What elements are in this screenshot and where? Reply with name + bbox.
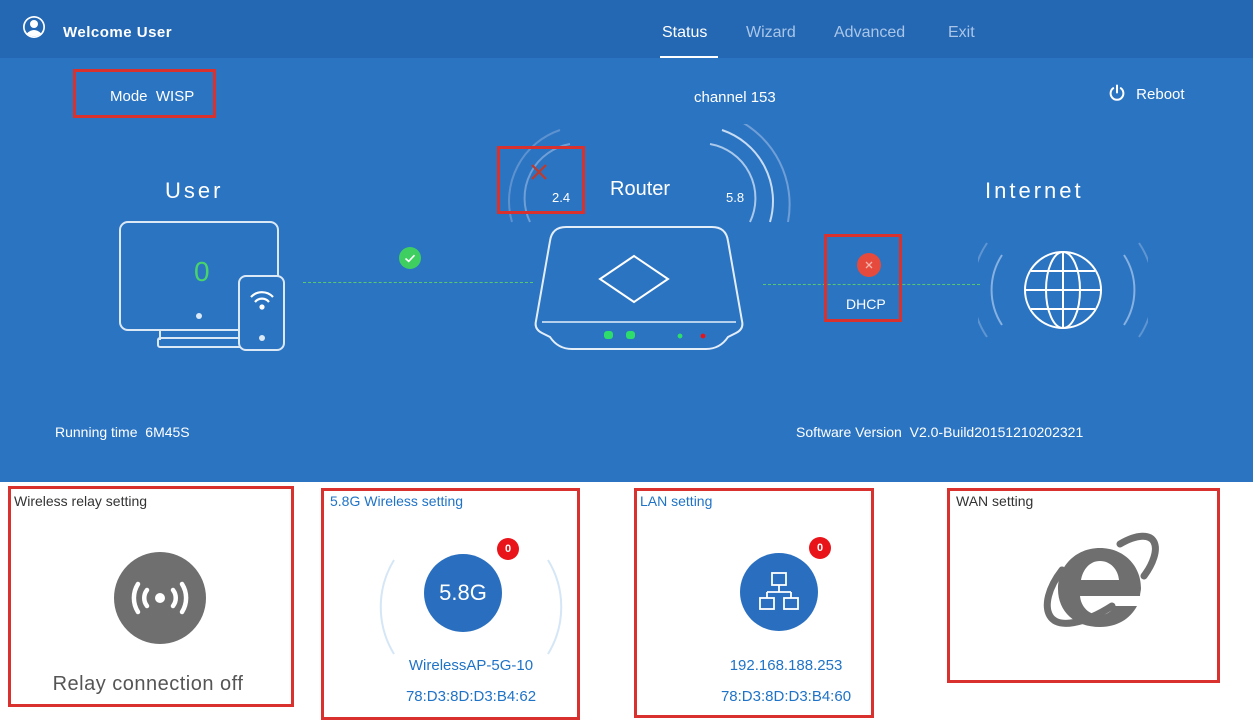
user-section-label: User xyxy=(165,178,224,203)
power-icon xyxy=(1108,84,1126,106)
top-bar: Welcome User Status Wizard Advanced Exit xyxy=(0,0,1253,58)
band-58-label: 5.8 xyxy=(726,190,745,205)
nav-status[interactable]: Status xyxy=(662,24,707,42)
running-time: Running time 6M45S xyxy=(55,424,190,440)
software-version: Software Version V2.0-Build2015121020232… xyxy=(796,424,1083,440)
monitor-phone-icon xyxy=(119,221,285,351)
welcome-text: Welcome User xyxy=(63,24,173,41)
user-link-ok-icon xyxy=(399,247,421,269)
nav-exit[interactable]: Exit xyxy=(948,24,975,42)
status-panel: Mode WISP channel 153 Reboot User Router… xyxy=(0,58,1253,482)
mode-highlight-box xyxy=(73,69,216,118)
nav-advanced[interactable]: Advanced xyxy=(834,24,905,42)
running-time-value: 6M45S xyxy=(145,424,190,440)
software-version-label: Software Version xyxy=(796,424,902,440)
reboot-button[interactable]: Reboot xyxy=(1108,84,1185,106)
user-avatar-icon xyxy=(22,15,46,39)
channel-value: 153 xyxy=(750,89,776,106)
user-count: 0 xyxy=(194,256,210,287)
wan-card-highlight-box xyxy=(947,488,1220,683)
router-device-icon[interactable] xyxy=(530,223,750,358)
reboot-label: Reboot xyxy=(1136,86,1185,103)
band-24-highlight-box xyxy=(497,146,585,214)
user-devices[interactable] xyxy=(115,218,295,358)
internet-section-label: Internet xyxy=(985,178,1084,203)
dhcp-highlight-box xyxy=(824,234,902,322)
user-router-link xyxy=(303,282,533,283)
channel-status: channel 153 xyxy=(694,89,776,106)
nav-wizard[interactable]: Wizard xyxy=(746,24,796,42)
internet-globe-icon[interactable] xyxy=(971,223,1155,358)
software-version-value: V2.0-Build20151210202321 xyxy=(909,424,1084,440)
relay-card-highlight-box xyxy=(8,486,294,707)
wireless-58-card-highlight-box xyxy=(321,488,580,720)
channel-label: channel xyxy=(694,89,747,106)
lan-card-highlight-box xyxy=(634,488,874,718)
running-time-label: Running time xyxy=(55,424,138,440)
